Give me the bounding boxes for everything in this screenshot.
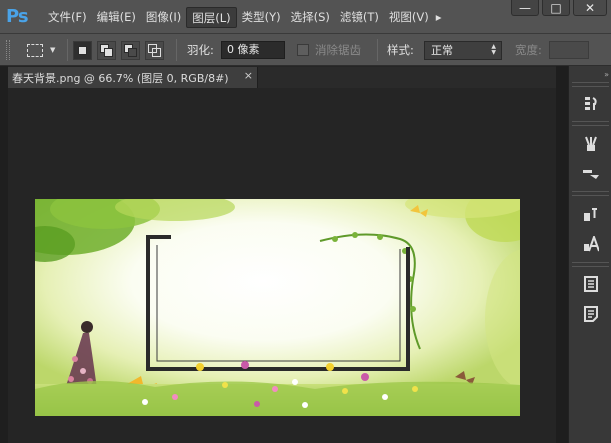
divider [377,39,378,61]
menu-file[interactable]: 文件(F) [43,7,92,28]
style-label: 样式: [387,43,414,57]
panel-dock: » [568,66,611,443]
options-bar: ▼ 羽化: 0 像素 消除锯齿 样式: 正常 ▲ ▼ 宽度: [0,34,611,66]
antialias-checkbox[interactable] [297,44,309,56]
character-icon[interactable] [577,230,604,257]
close-icon: ✕ [584,0,596,15]
dock-grip [572,82,609,87]
antialias-label: 消除锯齿 [315,43,361,57]
layers-icon[interactable] [577,270,604,297]
feather-label: 羽化: [187,43,214,57]
document-tab-bar: 春天背景.png @ 66.7% (图层 0, RGB/8#) × [8,67,556,88]
history-icon[interactable] [577,90,604,117]
document-tab-title: 春天背景.png @ 66.7% (图层 0, RGB/8#) [12,71,229,85]
width-input[interactable] [549,41,589,59]
add-selection-icon-part [104,47,113,57]
add-to-selection-button[interactable] [97,40,116,60]
spring-background-image [35,199,520,416]
tool-grip [6,34,10,66]
minimize-icon: — [519,0,531,15]
menu-layer[interactable]: 图层(L) [186,7,237,28]
character-styles-icon[interactable] [577,200,604,227]
brush-presets-icon[interactable] [577,130,604,157]
rectangular-marquee-icon [27,43,43,57]
style-select-value: 正常 [431,43,453,57]
collapse-panels-icon[interactable]: » [572,70,609,79]
close-tab-icon[interactable]: × [244,69,253,82]
clone-source-icon[interactable] [577,160,604,187]
dock-grip [572,191,609,196]
subtract-selection-icon-part [128,47,137,57]
chevron-down-icon: ▼ [50,46,56,54]
menu-items: 文件(F) 编辑(E) 图像(I) 图层(L) 类型(Y) 选择(S) 滤镜(T… [43,7,444,28]
intersect-selection-icon-part [152,47,161,57]
panel-scroll-strip [556,66,568,443]
notes-icon[interactable] [577,300,604,327]
divider [176,39,177,61]
close-window-button[interactable]: ✕ [573,0,607,16]
window-controls: — □ ✕ [511,0,607,16]
up-down-arrows-icon: ▲ ▼ [491,42,496,56]
menu-filter[interactable]: 滤镜(T) [335,7,384,28]
width-label: 宽度: [515,43,542,57]
document-tab[interactable]: 春天背景.png @ 66.7% (图层 0, RGB/8#) × [8,67,258,88]
menu-view[interactable]: 视图(V) [384,7,434,28]
dock-grip [572,262,609,267]
dock-grip [572,121,609,126]
photoshop-logo: Ps [6,6,29,27]
menu-image[interactable]: 图像(I) [141,7,186,28]
new-selection-button[interactable] [73,40,92,60]
menu-bar: Ps 文件(F) 编辑(E) 图像(I) 图层(L) 类型(Y) 选择(S) 滤… [0,0,611,34]
style-select[interactable]: 正常 ▲ ▼ [424,40,502,60]
subtract-from-selection-button[interactable] [121,40,140,60]
menu-type[interactable]: 类型(Y) [237,7,286,28]
document-canvas[interactable] [35,199,520,416]
intersect-selection-button[interactable] [145,40,164,60]
minimize-button[interactable]: — [511,0,539,16]
feather-input[interactable]: 0 像素 [221,41,285,59]
new-selection-icon [78,45,87,55]
tool-preset-picker[interactable]: ▼ [27,34,55,66]
restore-button[interactable]: □ [542,0,570,16]
restore-icon: □ [550,0,562,15]
menu-overflow[interactable]: ▸ [434,7,444,28]
divider [67,39,68,61]
menu-select[interactable]: 选择(S) [286,7,335,28]
left-panel-strip [0,66,8,443]
menu-edit[interactable]: 编辑(E) [92,7,141,28]
